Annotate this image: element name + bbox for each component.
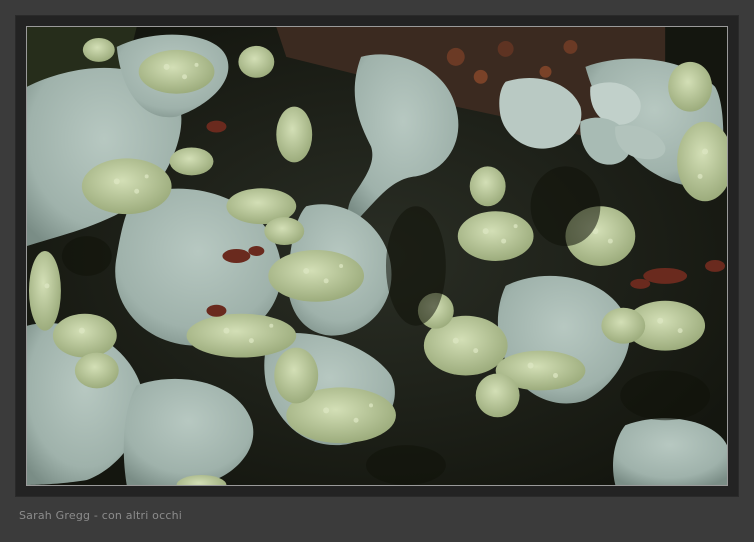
lichen-photo: [26, 26, 728, 486]
page: Sarah Gregg - con altri occhi: [0, 0, 754, 542]
photo-caption: Sarah Gregg - con altri occhi: [19, 509, 183, 522]
lichen-illustration: [27, 27, 727, 485]
